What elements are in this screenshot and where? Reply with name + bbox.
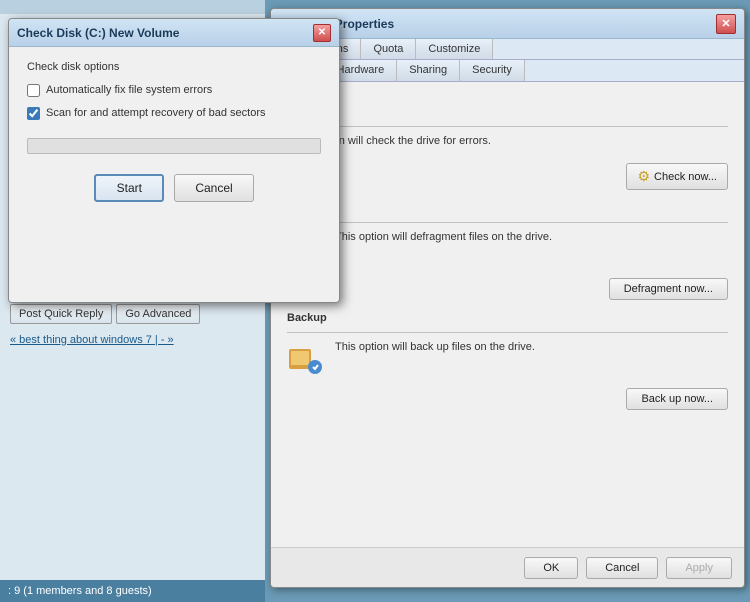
tab-sharing[interactable]: Sharing [397,60,460,81]
apply-button[interactable]: Apply [666,557,732,579]
check-now-label: Check now... [654,171,717,183]
defragment-now-button[interactable]: Defragment now... [609,278,728,300]
dialog-titlebar: Check Disk (C:) New Volume ✕ [9,19,339,47]
volume-close-button[interactable]: ✕ [716,14,736,34]
checking-section-title: hecking [287,106,728,118]
auto-fix-label: Automatically fix file system errors [46,83,212,98]
volume-title: y Volume Properties [279,17,716,31]
cancel-dialog-button[interactable]: Cancel [174,174,253,202]
volume-body: hecking This option will check the drive… [271,82,744,570]
auto-fix-checkbox[interactable] [27,84,40,97]
tab-row-2: Tools Hardware Sharing Security [271,60,744,82]
checkbox-row-1: Automatically fix file system errors [27,83,321,98]
dialog-btn-row: Start Cancel [27,174,321,202]
backup-icon [287,341,323,380]
check-now-button[interactable]: ⚙ Check now... [626,163,728,190]
tab-security[interactable]: Security [460,60,525,81]
forum-link[interactable]: « best thing about windows 7 | - » [10,334,174,346]
volume-titlebar: y Volume Properties ✕ [271,9,744,39]
backup-section-title: Backup [287,312,728,324]
defrag-section-title: mentation [287,202,728,214]
cancel-button[interactable]: Cancel [586,557,658,579]
members-text: : 9 (1 members and 8 guests) [8,585,152,597]
ok-button[interactable]: OK [524,557,578,579]
divider1 [287,126,728,127]
back-up-now-button[interactable]: Back up now... [626,388,728,410]
tab-row-1: ious Versions Quota Customize [271,39,744,60]
forum-top-bar [0,0,265,14]
defrag-desc: This option will defragment files on the… [331,231,728,243]
dialog-close-button[interactable]: ✕ [313,24,331,42]
forum-btn-row: Post Quick Reply Go Advanced [10,304,255,324]
divider2 [287,222,728,223]
forum-members-bar: : 9 (1 members and 8 guests) [0,580,265,602]
check-disk-section-title: Check disk options [27,61,321,73]
volume-properties-window: y Volume Properties ✕ ious Versions Quot… [270,8,745,588]
start-button[interactable]: Start [94,174,164,202]
checking-row: This option will check the drive for err… [287,135,728,155]
dialog-body: Check disk options Automatically fix fil… [9,47,339,216]
checking-desc: This option will check the drive for err… [287,135,728,147]
checkbox-row-2: Scan for and attempt recovery of bad sec… [27,106,321,121]
volume-footer: OK Cancel Apply [271,547,744,587]
tab-quota[interactable]: Quota [361,39,416,59]
check-icon: ⚙ [637,168,650,185]
tab-customize[interactable]: Customize [416,39,493,59]
post-quick-reply-button[interactable]: Post Quick Reply [10,304,112,324]
go-advanced-button[interactable]: Go Advanced [116,304,200,324]
scan-recovery-checkbox[interactable] [27,107,40,120]
backup-desc: This option will back up files on the dr… [331,341,728,353]
check-disk-dialog: Check Disk (C:) New Volume ✕ Check disk … [8,18,340,303]
progress-bar [27,138,321,154]
scan-recovery-label: Scan for and attempt recovery of bad sec… [46,106,266,121]
divider3 [287,332,728,333]
dialog-title: Check Disk (C:) New Volume [17,26,313,40]
